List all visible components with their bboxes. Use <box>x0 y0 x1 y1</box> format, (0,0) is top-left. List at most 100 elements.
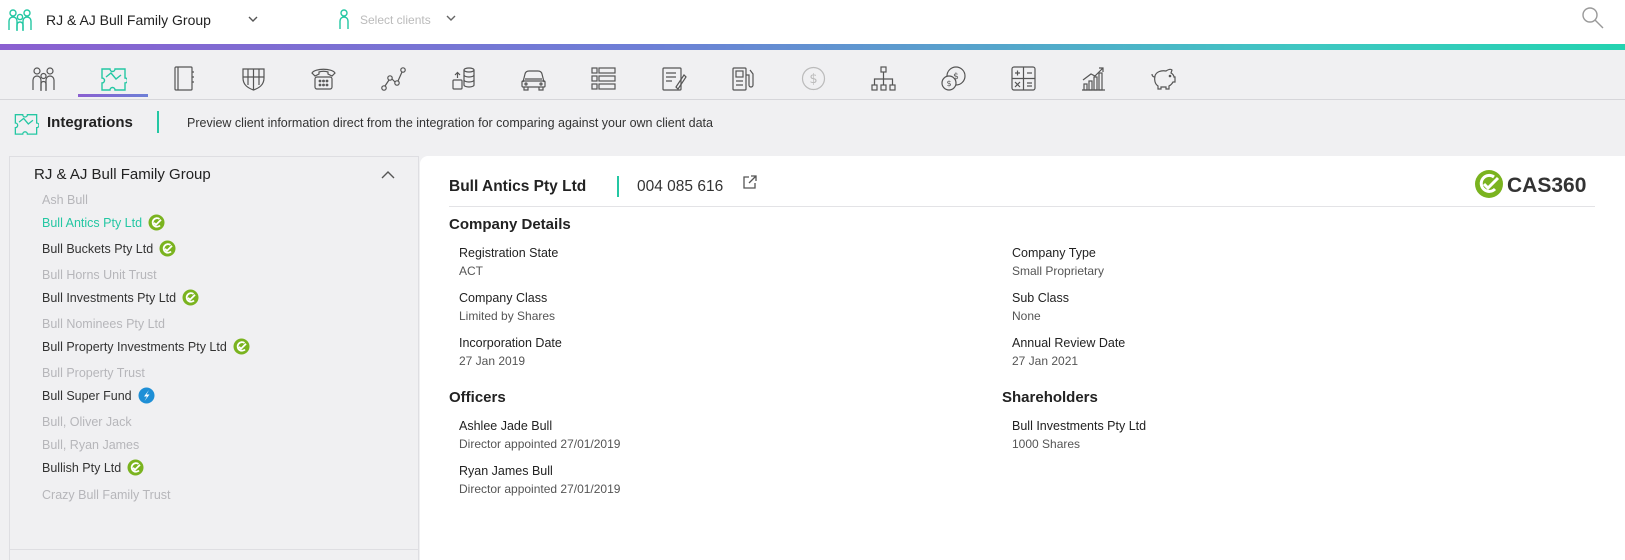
svg-text:$: $ <box>953 72 959 82</box>
company-acn: 004 085 616 <box>637 178 724 195</box>
nav-phone[interactable] <box>288 56 358 94</box>
cas360-logo: CAS360 <box>1474 168 1594 200</box>
registration-state-label: Registration State <box>459 246 559 260</box>
nav-dollar[interactable]: $ <box>778 56 848 94</box>
entity-list-item[interactable]: Bull Buckets Pty Ltd <box>42 240 176 257</box>
group-icon <box>8 9 32 31</box>
chevron-up-icon[interactable] <box>380 169 396 181</box>
incorporation-date-value: 27 Jan 2019 <box>459 354 526 368</box>
shareholders-heading: Shareholders <box>1002 389 1098 406</box>
officer-role: Director appointed 27/01/2019 <box>459 437 621 451</box>
external-link-icon[interactable] <box>742 174 758 190</box>
group-selector[interactable]: RJ & AJ Bull Family Group <box>46 12 211 28</box>
svg-text:$: $ <box>946 79 951 88</box>
entity-list-panel: RJ & AJ Bull Family Group Ash Bull Bull A… <box>9 156 419 560</box>
documents-icon <box>662 67 687 91</box>
cas360-check-icon <box>127 459 144 476</box>
nav-hierarchy[interactable] <box>848 56 918 94</box>
company-class-value: Limited by Shares <box>459 309 556 323</box>
integrations-icon <box>101 68 127 91</box>
svg-text:$: $ <box>809 72 817 87</box>
module-nav: $ $ $ <box>0 50 1625 100</box>
section-header: Integrations Preview client information … <box>0 101 1625 145</box>
top-bar: RJ & AJ Bull Family Group Select clients <box>0 0 1625 44</box>
cas360-logo-text: CAS360 <box>1507 174 1586 197</box>
nav-calculator[interactable] <box>988 56 1058 94</box>
registration-state-value: ACT <box>459 264 483 278</box>
entity-list-item[interactable]: Bull Property Investments Pty Ltd <box>42 338 250 355</box>
nav-family[interactable] <box>8 56 78 94</box>
entity-name: Bull Investments Pty Ltd <box>42 291 177 305</box>
entity-name: Crazy Bull Family Trust <box>42 488 171 502</box>
entity-list-item[interactable]: Bull, Oliver Jack <box>42 415 132 429</box>
phone-icon <box>311 68 336 90</box>
entity-list-item[interactable]: Crazy Bull Family Trust <box>42 488 171 502</box>
company-details-heading: Company Details <box>449 216 571 233</box>
entity-list-item[interactable]: Bull Horns Unit Trust <box>42 268 157 282</box>
assets-stack-icon <box>452 67 475 90</box>
officer-role: Director appointed 27/01/2019 <box>459 482 621 496</box>
hierarchy-icon <box>871 66 896 91</box>
company-type-label: Company Type <box>1012 246 1096 260</box>
shareholder-shares: 1000 Shares <box>1012 437 1081 451</box>
entity-list-item[interactable]: Bull Antics Pty Ltd <box>42 214 165 231</box>
company-detail-panel: Bull Antics Pty Ltd 004 085 616 CAS360 C… <box>420 156 1625 560</box>
nav-list[interactable] <box>568 56 638 94</box>
nav-integrations[interactable] <box>78 56 148 97</box>
chevron-down-icon[interactable] <box>446 13 456 25</box>
client-select[interactable]: Select clients <box>360 13 431 27</box>
nav-fuel[interactable] <box>708 56 778 94</box>
currency-exchange-icon: $$ <box>941 66 966 91</box>
entity-name: Bull Nominees Pty Ltd <box>42 317 165 331</box>
nav-growth[interactable] <box>1058 56 1128 94</box>
cas360-check-icon <box>182 289 199 306</box>
entity-name: Bull, Oliver Jack <box>42 415 132 429</box>
nav-assets[interactable] <box>428 56 498 94</box>
divider <box>10 549 418 550</box>
nav-vehicles[interactable] <box>498 56 568 94</box>
entity-list-item[interactable]: Bull Investments Pty Ltd <box>42 289 199 306</box>
person-icon <box>339 9 349 29</box>
fuel-icon <box>732 67 754 91</box>
divider <box>157 111 159 133</box>
chevron-down-icon[interactable] <box>248 14 258 26</box>
nav-currency[interactable]: $ $ <box>918 56 988 94</box>
page-description: Preview client information direct from t… <box>187 116 713 130</box>
entity-name: Ash Bull <box>42 193 88 207</box>
nav-network[interactable] <box>358 56 428 94</box>
entity-name: Bull Buckets Pty Ltd <box>42 242 154 256</box>
cas360-check-icon <box>159 240 176 257</box>
integrations-icon <box>14 114 39 135</box>
officer-name: Ryan James Bull <box>459 464 553 478</box>
entity-group-title: RJ & AJ Bull Family Group <box>34 166 211 183</box>
entity-list-item[interactable]: Bull Nominees Pty Ltd <box>42 317 165 331</box>
shareholder-name: Bull Investments Pty Ltd <box>1012 419 1147 433</box>
entity-name: Bull Property Investments Pty Ltd <box>42 340 227 354</box>
entity-list-item[interactable]: Bull Super Fund <box>42 387 155 404</box>
entity-name: Bull, Ryan James <box>42 438 140 452</box>
company-name: Bull Antics Pty Ltd <box>449 178 587 195</box>
nav-insurance[interactable] <box>218 56 288 94</box>
list-icon <box>591 67 616 90</box>
entity-list-item[interactable]: Ash Bull <box>42 193 88 207</box>
page-title: Integrations <box>47 114 133 131</box>
annual-review-date-value: 27 Jan 2021 <box>1012 354 1079 368</box>
cas360-check-icon <box>148 214 165 231</box>
search-icon[interactable] <box>1580 5 1606 31</box>
bar-growth-icon <box>1082 67 1105 91</box>
network-graph-icon <box>381 67 406 91</box>
sub-class-value: None <box>1012 309 1041 323</box>
company-type-value: Small Proprietary <box>1012 264 1105 278</box>
entity-name: Bull Horns Unit Trust <box>42 268 157 282</box>
entity-list-item[interactable]: Bull, Ryan James <box>42 438 139 452</box>
piggy-bank-icon <box>1151 68 1176 90</box>
nav-documents[interactable] <box>638 56 708 94</box>
entity-list-item[interactable]: Bullish Pty Ltd <box>42 459 144 476</box>
car-icon <box>521 70 546 91</box>
nav-savings[interactable] <box>1128 56 1198 94</box>
entity-name: Bull Super Fund <box>42 389 132 403</box>
entity-list-item[interactable]: Bull Property Trust <box>42 366 145 380</box>
officers-heading: Officers <box>449 389 506 406</box>
nav-contacts[interactable] <box>148 56 218 94</box>
incorporation-date-label: Incorporation Date <box>459 336 562 350</box>
